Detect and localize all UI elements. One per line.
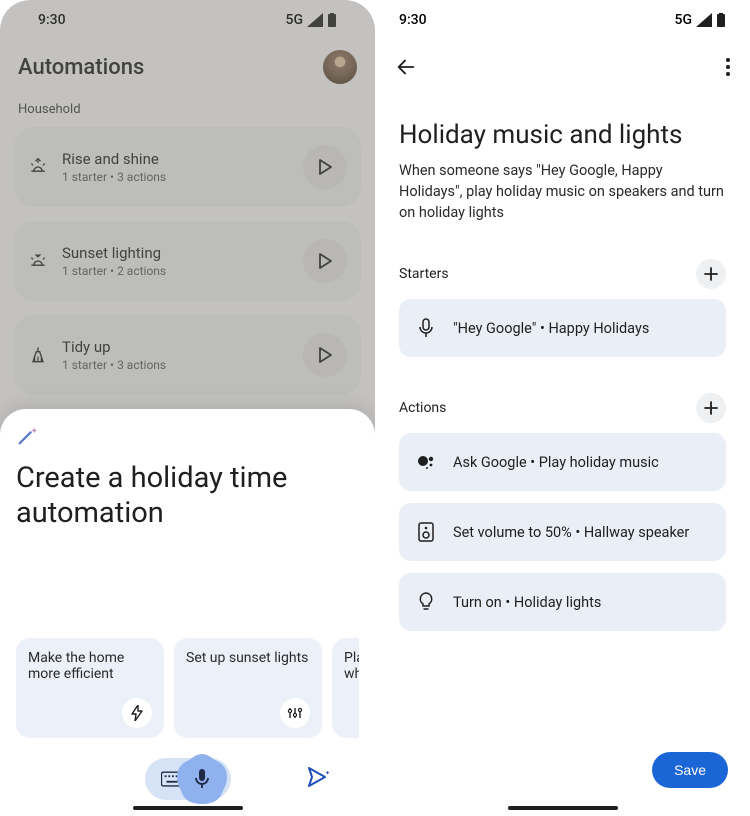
starter-item[interactable]: "Hey Google" • Happy Holidays (399, 299, 726, 357)
item-text: Turn on • Holiday lights (453, 594, 601, 611)
action-item[interactable]: Ask Google • Play holiday music (399, 433, 726, 491)
actions-label: Actions (399, 400, 446, 416)
mic-icon (193, 768, 211, 790)
suggestion-label: Play s when (344, 650, 359, 682)
suggestion-chip[interactable]: Play s when (332, 638, 359, 738)
sliders-icon (280, 698, 310, 728)
create-sheet: Create a holiday time automation Make th… (0, 409, 375, 816)
action-item[interactable]: Set volume to 50% • Hallway speaker (399, 503, 726, 561)
send-button[interactable] (307, 766, 331, 792)
bulb-icon (415, 591, 437, 613)
item-text: "Hey Google" • Happy Holidays (453, 320, 649, 337)
suggestion-chip[interactable]: Set up sunset lights (174, 638, 322, 738)
status-indicators: 5G (675, 12, 727, 28)
suggestion-chip[interactable]: Make the home more efficient (16, 638, 164, 738)
assistant-icon (415, 451, 437, 473)
home-indicator[interactable] (508, 806, 618, 810)
add-starter-button[interactable] (696, 259, 726, 289)
speaker-icon (415, 521, 437, 543)
send-icon (307, 766, 331, 788)
starters-label: Starters (399, 266, 449, 282)
action-item[interactable]: Turn on • Holiday lights (399, 573, 726, 631)
automation-title: Holiday music and lights (399, 92, 726, 160)
mic-button[interactable] (174, 751, 230, 807)
plus-icon (704, 267, 718, 281)
save-button[interactable]: Save (652, 752, 728, 788)
plus-icon (704, 401, 718, 415)
item-text: Ask Google • Play holiday music (453, 454, 659, 471)
automation-description: When someone says "Hey Google, Happy Hol… (399, 160, 726, 253)
arrow-left-icon (395, 56, 417, 78)
add-action-button[interactable] (696, 393, 726, 423)
more-vert-icon (726, 58, 730, 76)
wand-icon (16, 425, 38, 447)
status-time: 9:30 (399, 12, 427, 28)
home-indicator[interactable] (133, 806, 243, 810)
suggestion-label: Set up sunset lights (186, 650, 310, 666)
mic-icon (415, 317, 437, 339)
suggestion-label: Make the home more efficient (28, 650, 152, 682)
sheet-title: Create a holiday time automation (16, 461, 359, 531)
item-text: Set volume to 50% • Hallway speaker (453, 524, 689, 541)
bolt-icon (122, 698, 152, 728)
more-button[interactable] (726, 58, 730, 80)
back-button[interactable] (395, 56, 417, 82)
